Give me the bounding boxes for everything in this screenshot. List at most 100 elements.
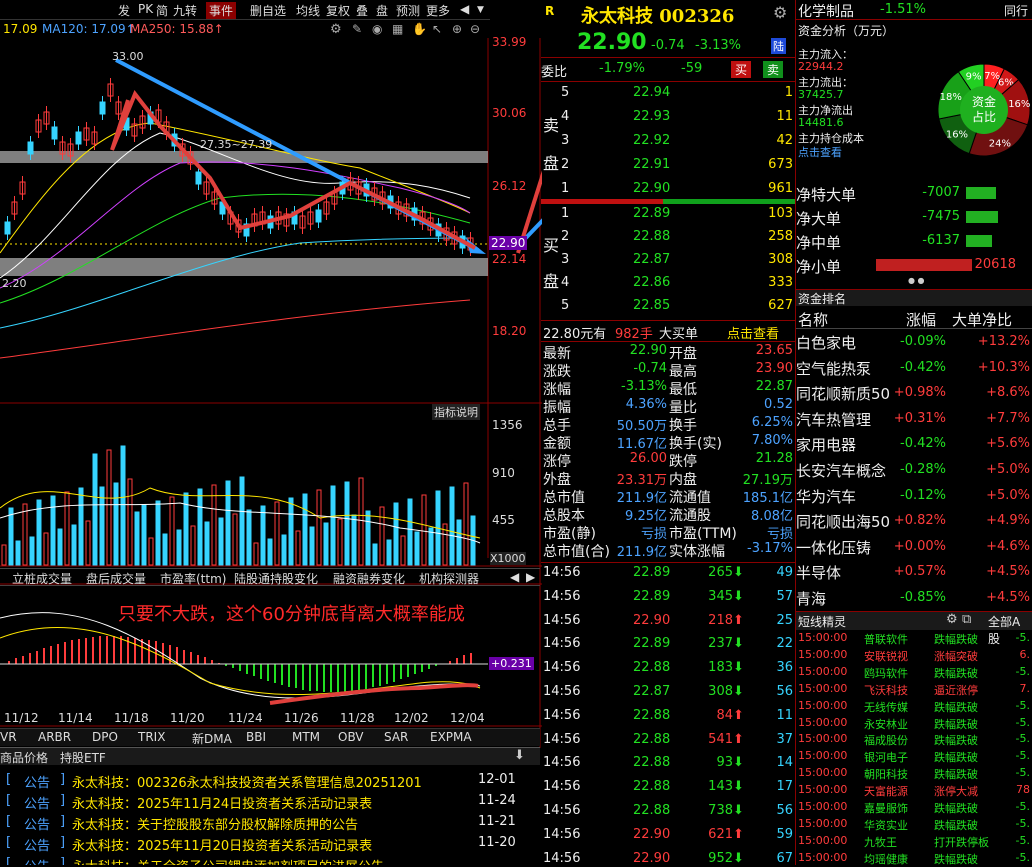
- short-time: 15:00:00: [798, 766, 848, 780]
- brush-icon[interactable]: ✎: [352, 22, 362, 36]
- short-line-row[interactable]: 15:00:00 九牧王 打开跌停板 -5.: [796, 834, 1032, 850]
- short-stock: 无线传媒: [864, 700, 908, 714]
- tab-holding-etf[interactable]: 持股ETF: [60, 749, 106, 766]
- toolbar-item[interactable]: 预测: [396, 2, 420, 19]
- toolbar-item[interactable]: 发: [118, 2, 130, 19]
- settings-icon[interactable]: ⚙: [330, 22, 342, 37]
- rank-row[interactable]: 一体化压铸 +0.00% +4.6%: [796, 535, 1032, 559]
- sub-tab[interactable]: 立桩成交量: [12, 570, 72, 587]
- short-value: -5.: [1015, 800, 1030, 813]
- toolbar-item[interactable]: 九转: [173, 2, 197, 19]
- download-icon[interactable]: ⬇: [514, 748, 525, 763]
- arrow-down-icon: ⬇: [733, 636, 744, 652]
- stat-value: 22.87: [755, 379, 793, 394]
- toolbar-item[interactable]: 更多: [426, 2, 450, 19]
- short-line-row[interactable]: 15:00:00 无线传媒 跌幅跌破 -5.: [796, 699, 1032, 715]
- indicator-tab[interactable]: OBV: [338, 730, 364, 744]
- indicator-tab[interactable]: DPO: [92, 730, 118, 744]
- sector-name[interactable]: 化学制品: [798, 1, 854, 21]
- tick-count: 59: [776, 826, 793, 842]
- popout-icon[interactable]: ⧉: [962, 612, 971, 627]
- rank-row[interactable]: 青海 -0.85% +4.5%: [796, 586, 1032, 610]
- cursor-icon[interactable]: ↖: [432, 22, 442, 36]
- sub-tab[interactable]: 市盈率(ttm): [160, 570, 226, 587]
- toolbar-item[interactable]: 均线: [296, 2, 320, 19]
- indicator-tab[interactable]: VR: [0, 730, 17, 744]
- news-item[interactable]: [公告] 永太科技：关于控股股东部分股权解除质押的公告 11-21: [0, 812, 540, 833]
- zoom-out-icon[interactable]: ⊖: [470, 22, 480, 36]
- short-line-row[interactable]: 15:00:00 华资实业 跌幅跌破 -5.: [796, 817, 1032, 833]
- short-line-row[interactable]: 15:00:00 天富能源 涨停大减 78: [796, 783, 1032, 799]
- rank-row[interactable]: 长安汽车概念 -0.28% +5.0%: [796, 458, 1032, 482]
- rank-row[interactable]: 空气能热泵 -0.42% +10.3%: [796, 356, 1032, 380]
- short-line-row[interactable]: 15:00:00 永安林业 跌幅跌破 -5.: [796, 716, 1032, 732]
- toolbar-item[interactable]: 叠: [356, 2, 368, 19]
- hand-icon[interactable]: ✋: [412, 22, 427, 36]
- indicator-tab[interactable]: 新DMA: [192, 730, 232, 747]
- fund-cost-link[interactable]: 点击查看: [798, 144, 842, 160]
- rank-row[interactable]: 白色家电 -0.09% +13.2%: [796, 330, 1032, 354]
- news-item[interactable]: [公告]永太科技：关于全资子公司锂电添加剂项目的进展公告: [0, 854, 540, 865]
- indicator-tab[interactable]: MTM: [292, 730, 320, 744]
- news-item[interactable]: [公告] 永太科技：2025年11月20日投资者关系活动记录表 11-20: [0, 833, 540, 854]
- short-line-row[interactable]: 15:00:00 均瑶健康 跌幅跌破 -5.: [796, 851, 1032, 867]
- indicator-tab[interactable]: TRIX: [138, 730, 165, 744]
- tick-count: 25: [776, 612, 793, 628]
- short-line-row[interactable]: 15:00:00 朝阳科技 跌幅跌破 -5.: [796, 766, 1032, 782]
- settings-icon[interactable]: ⚙: [946, 612, 958, 627]
- toolbar-item[interactable]: 事件: [206, 2, 237, 19]
- big-order-link[interactable]: 点击查看: [727, 323, 779, 342]
- rank-col-ratio[interactable]: 大单净比: [952, 309, 1012, 330]
- short-line-row[interactable]: 15:00:00 嘉曼服饰 跌幅跌破 -5.: [796, 800, 1032, 816]
- gear-icon[interactable]: ⚙: [773, 3, 787, 22]
- eye-icon[interactable]: ◉: [372, 22, 382, 36]
- indicator-tab[interactable]: SAR: [384, 730, 408, 744]
- short-line-row[interactable]: 15:00:00 安联锐视 涨幅突破 6.: [796, 648, 1032, 664]
- short-line-row[interactable]: 15:00:00 银河电子 跌幅跌破 -5.: [796, 749, 1032, 765]
- rank-row[interactable]: 华为汽车 -0.12% +5.0%: [796, 484, 1032, 508]
- collapse-icon[interactable]: ◀: [460, 2, 469, 16]
- short-line-row[interactable]: 15:00:00 鸥玛软件 跌幅跌破 -5.: [796, 665, 1032, 681]
- rank-row[interactable]: 半导体 +0.57% +4.5%: [796, 560, 1032, 584]
- ask-price: 22.90: [633, 181, 671, 196]
- scroll-left-icon[interactable]: ◀: [510, 570, 519, 584]
- toolbar-item[interactable]: 删自选: [250, 2, 286, 19]
- sell-button[interactable]: 卖: [763, 61, 784, 78]
- buy-button[interactable]: 买: [731, 61, 752, 78]
- sub-tab[interactable]: 机构探测器: [419, 570, 479, 587]
- indicator-tab[interactable]: BBI: [246, 730, 266, 744]
- tick-price: 22.87: [633, 684, 671, 699]
- news-date: 11-21: [478, 814, 516, 829]
- tick-time: 14:56: [543, 779, 581, 795]
- sub-tab[interactable]: 陆股通持股变化: [234, 570, 318, 587]
- dropdown-icon[interactable]: ▼: [477, 5, 484, 15]
- sub-tab[interactable]: 融资融券变化: [333, 570, 405, 587]
- rank-row[interactable]: 汽车热管理 +0.31% +7.7%: [796, 407, 1032, 431]
- indicator-tab[interactable]: ARBR: [38, 730, 71, 744]
- zoom-in-icon[interactable]: ⊕: [452, 22, 462, 36]
- rank-col-name[interactable]: 名称: [798, 309, 828, 330]
- tools-icon[interactable]: ▦: [392, 22, 403, 36]
- news-item[interactable]: [公告] 永太科技：002326永太科技投资者关系管理信息20251201 12-0…: [0, 770, 540, 791]
- rank-row[interactable]: 家用电器 -0.42% +5.6%: [796, 432, 1032, 456]
- peer-tab[interactable]: 同行: [1004, 2, 1028, 19]
- rank-col-pct[interactable]: 涨幅: [906, 309, 936, 330]
- toolbar-item[interactable]: 简: [156, 2, 168, 19]
- page-dots[interactable]: ● ●: [908, 276, 925, 285]
- news-item[interactable]: [公告] 永太科技：2025年11月24日投资者关系活动记录表 11-24: [0, 791, 540, 812]
- rank-row[interactable]: 同花顺出海50 +0.82% +4.9%: [796, 509, 1032, 533]
- indicator-tab[interactable]: EXPMA: [430, 730, 472, 744]
- indicator-help-button[interactable]: 指标说明: [432, 404, 480, 420]
- rank-row[interactable]: 同花顺新质50 +0.98% +8.6%: [796, 381, 1032, 405]
- short-line-row[interactable]: 15:00:00 普联软件 跌幅跌破 -5.: [796, 631, 1032, 647]
- toolbar-item[interactable]: PK: [138, 2, 153, 16]
- tab-commodity-price[interactable]: 商品价格: [0, 749, 48, 766]
- short-line-row[interactable]: 15:00:00 飞沃科技 逼近涨停 7.: [796, 682, 1032, 698]
- short-stock: 安联锐视: [864, 649, 908, 663]
- ma120-label: MA120: 17.09↑: [42, 22, 136, 36]
- toolbar-item[interactable]: 复权: [326, 2, 350, 19]
- toolbar-item[interactable]: 盘: [376, 2, 388, 19]
- scroll-right-icon[interactable]: ▶: [526, 570, 535, 584]
- short-line-row[interactable]: 15:00:00 福成股份 跌幅跌破 -5.: [796, 732, 1032, 748]
- sub-tab[interactable]: 盘后成交量: [86, 570, 146, 587]
